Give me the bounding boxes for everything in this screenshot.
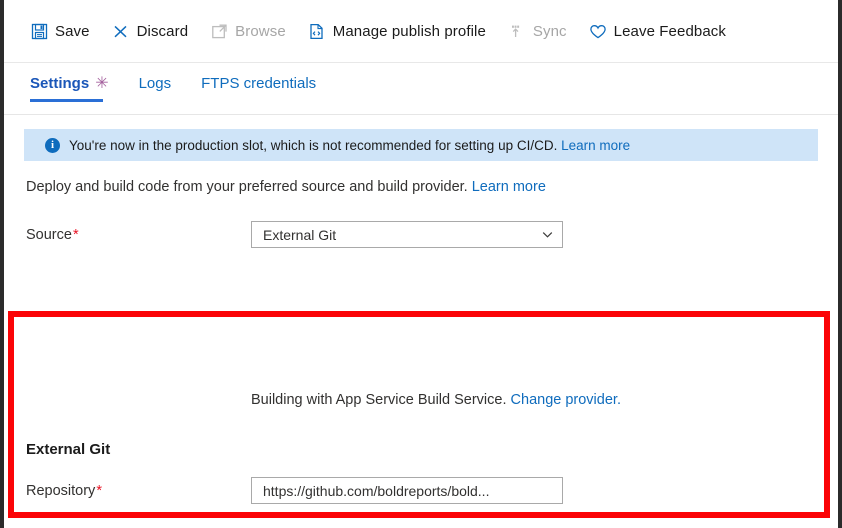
change-provider-link[interactable]: Change provider.: [511, 392, 621, 408]
tab-logs[interactable]: Logs: [139, 75, 172, 102]
deployment-center-window: Save Discard Browse Manage publish profi…: [4, 0, 838, 528]
sync-button-label: Sync: [532, 23, 567, 40]
banner-learn-more-link[interactable]: Learn more: [561, 138, 630, 153]
sync-button[interactable]: Sync: [508, 15, 567, 49]
close-x-icon: [112, 23, 130, 41]
tab-logs-label: Logs: [138, 75, 172, 92]
repository-required-marker: *: [96, 483, 102, 499]
deployment-description-text: Deploy and build code from your preferre…: [26, 179, 468, 195]
chevron-down-icon: [541, 228, 554, 241]
heart-icon: [589, 23, 607, 41]
tab-bar: Settings ✳ Logs FTPS credentials: [4, 63, 838, 115]
tab-settings-label: Settings: [30, 75, 90, 92]
discard-button[interactable]: Discard: [112, 15, 189, 49]
build-provider-line: Building with App Service Build Service.…: [251, 392, 621, 408]
unsaved-changes-marker: ✳: [95, 75, 109, 92]
source-dropdown[interactable]: External Git: [251, 221, 563, 248]
publish-sync-icon: [508, 23, 526, 41]
banner-message: You're now in the production slot, which…: [69, 138, 630, 153]
repository-label-group: Repository *: [26, 483, 102, 499]
tab-settings[interactable]: Settings ✳: [30, 75, 109, 102]
tab-active-underline: [30, 99, 103, 102]
deployment-description: Deploy and build code from your preferre…: [26, 179, 546, 195]
settings-content: i You're now in the production slot, whi…: [4, 115, 838, 528]
repository-input[interactable]: https://github.com/boldreports/bold...: [251, 477, 563, 504]
browse-button[interactable]: Browse: [210, 15, 286, 49]
external-git-section-title: External Git: [26, 441, 111, 458]
repository-label: Repository: [26, 483, 96, 499]
source-required-marker: *: [72, 227, 79, 243]
manage-publish-profile-label: Manage publish profile: [332, 23, 486, 40]
production-slot-info-banner: i You're now in the production slot, whi…: [24, 129, 818, 161]
tab-ftps-credentials-label: FTPS credentials: [201, 75, 317, 92]
description-learn-more-link[interactable]: Learn more: [472, 179, 546, 195]
command-bar: Save Discard Browse Manage publish profi…: [4, 0, 838, 63]
repository-input-value: https://github.com/boldreports/bold...: [263, 482, 490, 499]
code-file-icon: [308, 23, 326, 41]
source-label-group: Source *: [26, 227, 79, 243]
manage-publish-profile-button[interactable]: Manage publish profile: [308, 15, 486, 49]
leave-feedback-button[interactable]: Leave Feedback: [589, 15, 726, 49]
tab-ftps-credentials[interactable]: FTPS credentials: [201, 75, 316, 102]
source-label: Source: [26, 227, 72, 243]
browse-button-label: Browse: [235, 23, 286, 40]
build-provider-text: Building with App Service Build Service.: [251, 392, 507, 408]
info-icon: i: [45, 137, 60, 153]
discard-button-label: Discard: [136, 23, 189, 40]
source-dropdown-value: External Git: [263, 226, 337, 243]
open-in-new-window-icon: [210, 23, 228, 41]
leave-feedback-label: Leave Feedback: [613, 23, 726, 40]
banner-message-text: You're now in the production slot, which…: [69, 137, 558, 153]
save-button[interactable]: Save: [30, 15, 90, 49]
save-floppy-icon: [30, 23, 48, 41]
save-button-label: Save: [55, 23, 90, 40]
window-right-edge: [838, 0, 842, 528]
